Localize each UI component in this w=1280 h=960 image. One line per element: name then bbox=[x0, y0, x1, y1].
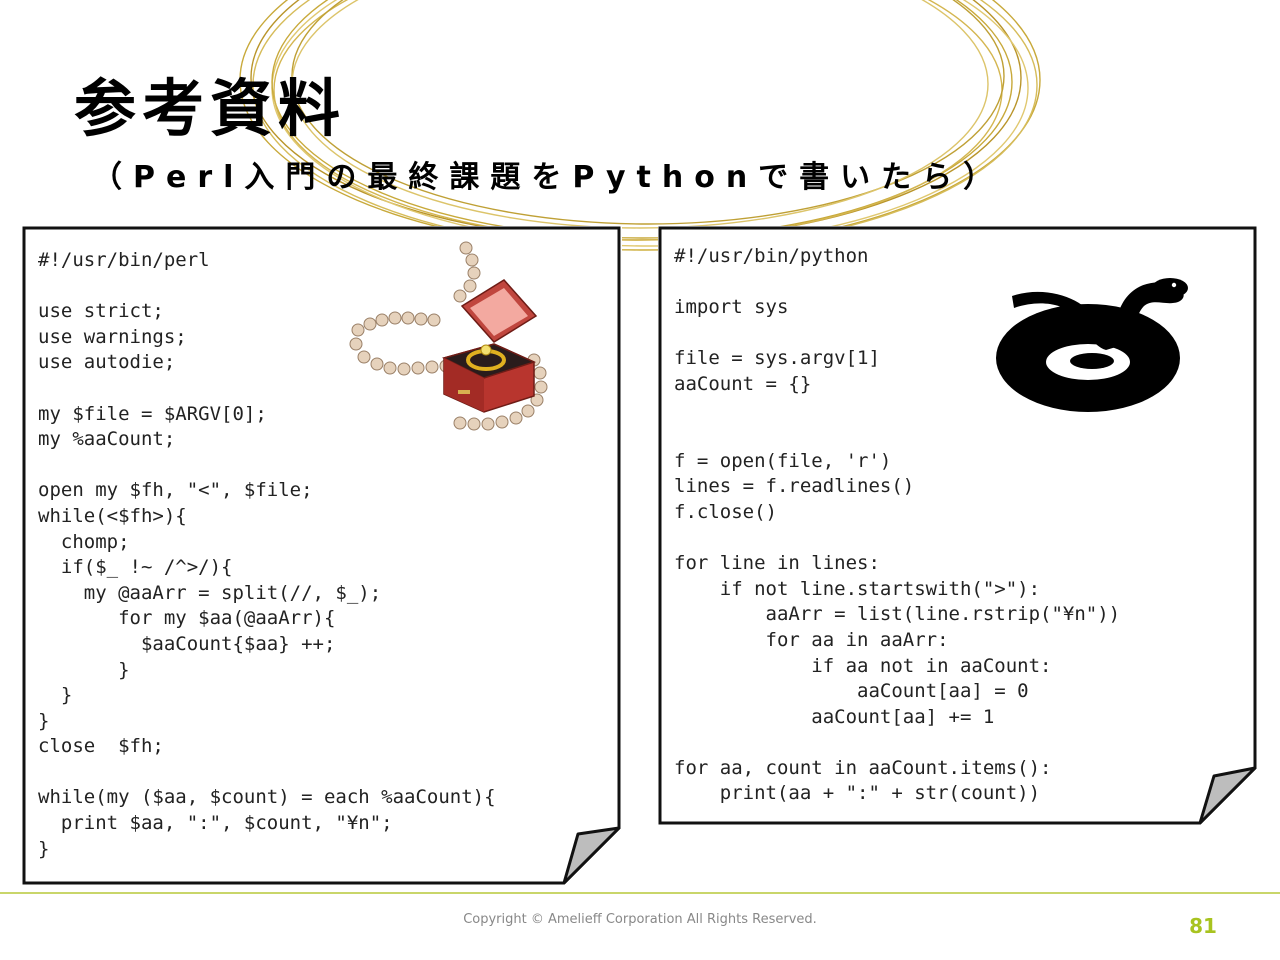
coiled-snake-icon bbox=[996, 278, 1188, 412]
page-number: 81 bbox=[1189, 914, 1217, 938]
copyright-text: Copyright © Amelieff Corporation All Rig… bbox=[463, 912, 817, 927]
slide-subtitle: （Perl入門の最終課題をPythonで書いたら） bbox=[92, 160, 1005, 195]
footer-divider bbox=[0, 892, 1280, 894]
pearl-necklace-ring-box-icon bbox=[349, 241, 548, 431]
slide-title: 参考資料 bbox=[74, 72, 347, 145]
perl-code-panel: #!/usr/bin/perl use strict; use warnings… bbox=[22, 226, 622, 886]
python-code-panel: #!/usr/bin/python import sys file = sys.… bbox=[658, 226, 1258, 826]
